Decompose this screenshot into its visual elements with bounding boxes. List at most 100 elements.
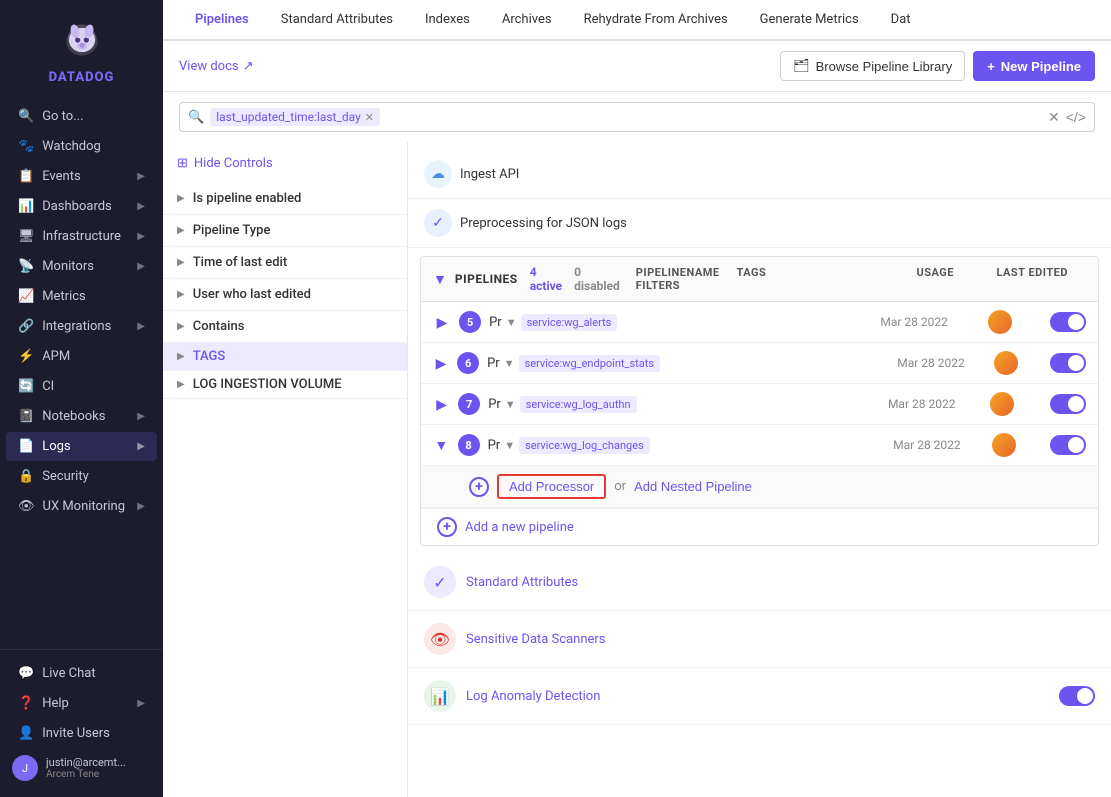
tab-indexes[interactable]: Indexes [409,0,486,41]
view-docs-link[interactable]: View docs ↗ [179,59,254,74]
sidebar-item-ux-monitoring[interactable]: 👁 UX Monitoring ▶ [6,492,157,521]
expand-row-7-button[interactable]: ▶ [433,394,450,414]
tab-pipelines[interactable]: Pipelines [179,0,265,41]
sidebar-item-ci[interactable]: 🔄 CI [6,372,157,401]
filter-log-ingestion: ▶ LOG INGESTION VOLUME [163,371,407,399]
filter-header-time-of-last-edit[interactable]: ▶ Time of last edit [163,247,407,278]
sensitive-data-link[interactable]: Sensitive Data Scanners [466,632,1095,647]
expand-row-5-button[interactable]: ▶ [433,312,451,332]
chevron-icon: ▶ [177,193,185,204]
table-row: ▶ 5 Pr ▼ service:wg_alerts Mar 28 2022 [421,302,1098,343]
sidebar-item-logs[interactable]: 📄 Logs ▶ [6,432,157,461]
chevron-icon: ▶ [177,289,185,300]
sidebar-item-invite-users[interactable]: 👤 Invite Users [6,719,157,748]
filter-header-pipeline-type[interactable]: ▶ Pipeline Type [163,215,407,246]
dashboards-icon: 📊 [18,199,34,214]
expand-row-8-button[interactable]: ▼ [433,435,450,455]
search-bar: 🔍 last_updated_time:last_day ✕ ✕ </> [179,102,1095,132]
tag-chip: service:wg_alerts [521,314,618,331]
standard-attrs-link[interactable]: Standard Attributes [466,575,1095,590]
tab-rehydrate[interactable]: Rehydrate From Archives [568,0,744,41]
sidebar-item-metrics[interactable]: 📈 Metrics [6,282,157,311]
or-text: or [614,479,626,494]
tab-generate-metrics[interactable]: Generate Metrics [744,0,875,41]
sidebar-item-apm[interactable]: ⚡ APM [6,342,157,371]
filter-header-contains[interactable]: ▶ Contains [163,311,407,342]
expand-row-6-button[interactable]: ▶ [433,353,449,373]
pipeline-row-ingest-api: ☁ Ingest API [408,150,1111,199]
sidebar-item-events[interactable]: 📋 Events ▶ [6,162,157,191]
chevron-icon: ▶ [177,225,185,236]
tag-chip: service:wg_log_authn [520,396,637,413]
avatar [988,310,1012,334]
preprocessing-name: Preprocessing for JSON logs [460,216,1095,231]
filter-icon: ▼ [505,398,516,411]
col-name-header: NAME [686,266,736,292]
sidebar-item-live-chat[interactable]: 💬 Live Chat [6,659,157,688]
brand-label: DATADOG [49,70,115,85]
goto-icon: 🔍 [18,109,34,124]
sidebar-item-goto[interactable]: 🔍 Go to... [6,102,157,131]
standard-attrs-icon: ✓ [424,566,456,598]
pipelines-section: ▼ PIPELINES 4 active 0 disabled PIPELINE… [420,256,1099,546]
pipelines-table-header: ▼ PIPELINES 4 active 0 disabled PIPELINE… [421,257,1098,302]
hide-controls-icon: ⊞ [177,156,188,171]
sidebar-item-dashboards[interactable]: 📊 Dashboards ▶ [6,192,157,221]
sidebar-item-security[interactable]: 🔒 Security [6,462,157,491]
table-row: ▼ 8 Pr ▼ service:wg_log_changes Mar 28 2… [421,425,1098,466]
toggle-row-7[interactable] [1050,394,1086,414]
user-name: justin@arcemt... [46,756,126,769]
avatar [994,351,1018,375]
row-5-edited: Mar 28 2022 [880,315,979,329]
collapse-pipelines-button[interactable]: ▼ [433,269,447,289]
sidebar-item-help[interactable]: ❓ Help ▶ [6,689,157,718]
filter-header-is-pipeline-enabled[interactable]: ▶ Is pipeline enabled [163,183,407,214]
external-link-icon: ↗ [243,59,254,74]
code-view-button[interactable]: </> [1066,109,1086,126]
filter-user-who-last-edited: ▶ User who last edited [163,279,407,311]
new-pipeline-button[interactable]: + New Pipeline [973,51,1095,81]
row-8-name: Pr [488,438,501,453]
tab-dat[interactable]: Dat [875,0,927,41]
cloud-icon: ☁ [424,160,452,188]
toggle-row-5[interactable] [1050,312,1086,332]
tab-archives[interactable]: Archives [486,0,568,41]
sidebar-item-notebooks[interactable]: 📓 Notebooks ▶ [6,402,157,431]
toggle-log-anomaly[interactable] [1059,686,1095,706]
toggle-row-8[interactable] [1050,435,1086,455]
chevron-right-icon: ▶ [177,351,185,362]
filter-header-user-last-edited[interactable]: ▶ User who last edited [163,279,407,310]
search-input[interactable] [386,110,1042,125]
sidebar-item-watchdog[interactable]: 🐾 Watchdog [6,132,157,161]
avatar: J [12,755,38,781]
clear-search-button[interactable]: ✕ [1048,109,1060,126]
add-new-pipeline-link[interactable]: Add a new pipeline [465,520,574,535]
browse-pipeline-library-button[interactable]: 🗂 Browse Pipeline Library [780,51,965,81]
filter-header-tags[interactable]: ▶ TAGS [163,343,407,370]
add-processor-button[interactable]: Add Processor [497,474,606,499]
toggle-row-6[interactable] [1050,353,1086,373]
invite-users-icon: 👤 [18,726,34,741]
hide-controls-button[interactable]: ⊞ Hide Controls [163,150,407,177]
notebooks-icon: 📓 [18,409,34,424]
search-tag-clear[interactable]: ✕ [365,111,374,124]
right-panel: ☁ Ingest API ✓ Preprocessing for JSON lo… [408,142,1111,797]
sidebar-item-monitors[interactable]: 📡 Monitors ▶ [6,252,157,281]
infrastructure-icon: 🖥 [18,229,35,244]
row-num-badge: 8 [458,434,480,456]
log-anomaly-link[interactable]: Log Anomaly Detection [466,689,1049,704]
main-content: Pipelines Standard Attributes Indexes Ar… [163,0,1111,797]
live-chat-icon: 💬 [18,666,34,681]
filter-time-of-last-edit: ▶ Time of last edit [163,247,407,279]
user-subtitle: Arcem Tene [46,769,126,780]
row-7-edited: Mar 28 2022 [888,397,983,411]
sidebar-item-integrations[interactable]: 🔗 Integrations ▶ [6,312,157,341]
row-5-name: Pr [489,315,502,330]
add-pipeline-plus-icon: + [437,517,457,537]
chevron-right-icon: ▶ [177,379,185,390]
tag-chip: service:wg_log_changes [519,437,650,454]
filter-header-log-ingestion[interactable]: ▶ LOG INGESTION VOLUME [163,371,407,398]
add-nested-pipeline-button[interactable]: Add Nested Pipeline [634,476,752,497]
sidebar-item-infrastructure[interactable]: 🖥 Infrastructure ▶ [6,222,157,251]
tab-standard-attributes[interactable]: Standard Attributes [265,0,409,41]
